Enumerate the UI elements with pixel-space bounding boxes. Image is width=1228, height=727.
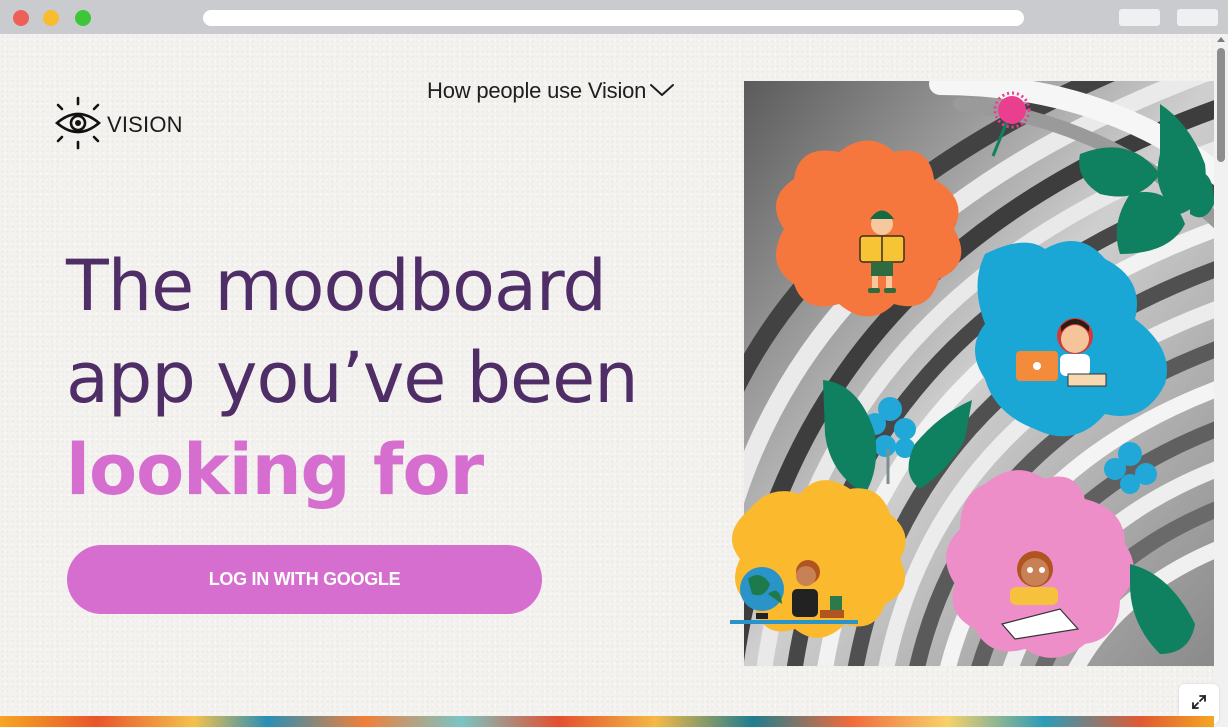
brand-name: VISION xyxy=(107,112,183,137)
hero-line-1: The moodboard xyxy=(66,245,607,327)
hero-headline: The moodboard app you’ve been looking fo… xyxy=(66,240,706,516)
eye-icon xyxy=(52,96,104,154)
maximize-window-button[interactable] xyxy=(75,10,91,26)
expand-icon xyxy=(1190,693,1208,715)
minimize-window-button[interactable] xyxy=(43,10,59,26)
bottom-pattern-strip xyxy=(0,716,1214,727)
brand-logo[interactable]: VISION xyxy=(52,96,183,154)
hero-illustration xyxy=(690,64,1214,684)
scrollbar-thumb[interactable] xyxy=(1217,48,1225,162)
chevron-down-icon xyxy=(646,82,675,101)
login-with-google-button[interactable]: LOG IN WITH GOOGLE xyxy=(67,545,542,614)
close-window-button[interactable] xyxy=(13,10,29,26)
how-people-use-menu[interactable]: How people use Vision xyxy=(427,78,675,104)
hero-accent: looking for xyxy=(66,429,484,511)
landing-page: VISION How people use Vision The moodboa… xyxy=(0,34,1228,727)
yellow-flower xyxy=(730,480,906,638)
browser-toolbar-button[interactable] xyxy=(1177,9,1218,26)
browser-toolbar-button[interactable] xyxy=(1119,9,1160,26)
nav-menu-label: How people use Vision xyxy=(427,78,647,103)
scroll-up-arrow-icon[interactable] xyxy=(1217,37,1225,42)
address-bar[interactable] xyxy=(203,10,1024,26)
hero-line-2: app you’ve been xyxy=(66,337,639,419)
browser-chrome xyxy=(0,0,1228,34)
